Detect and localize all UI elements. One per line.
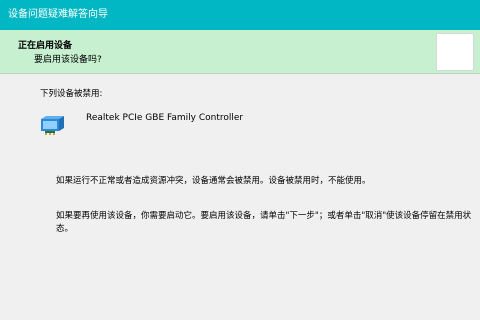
- wizard-content: 下列设备被禁用: Realtek PCIe GBE Family Control…: [0, 74, 480, 320]
- header-title: 正在启用设备: [18, 41, 73, 51]
- header-image: [436, 33, 474, 71]
- header-subtitle: 要启用该设备吗?: [34, 55, 102, 65]
- info-paragraph-2: 如果要再使用该设备，你需要启动它。要启用该设备，请单击"下一步"；或者单击"取消…: [56, 211, 472, 234]
- info-paragraph-1: 如果运行不正常或者造成资源冲突，设备通常会被禁用。设备被禁用时，不能使用。: [56, 176, 371, 186]
- device-name: Realtek PCIe GBE Family Controller: [86, 113, 244, 123]
- disabled-devices-label: 下列设备被禁用:: [40, 89, 103, 99]
- wizard-header: 正在启用设备 要启用该设备吗?: [0, 30, 480, 74]
- title-bar[interactable]: 设备问题疑难解答向导: [0, 0, 480, 30]
- window-title: 设备问题疑难解答向导: [8, 9, 108, 20]
- wizard-window: 设备问题疑难解答向导 正在启用设备 要启用该设备吗? 下列设备被禁用: Real…: [0, 0, 480, 320]
- network-adapter-icon: [41, 116, 64, 135]
